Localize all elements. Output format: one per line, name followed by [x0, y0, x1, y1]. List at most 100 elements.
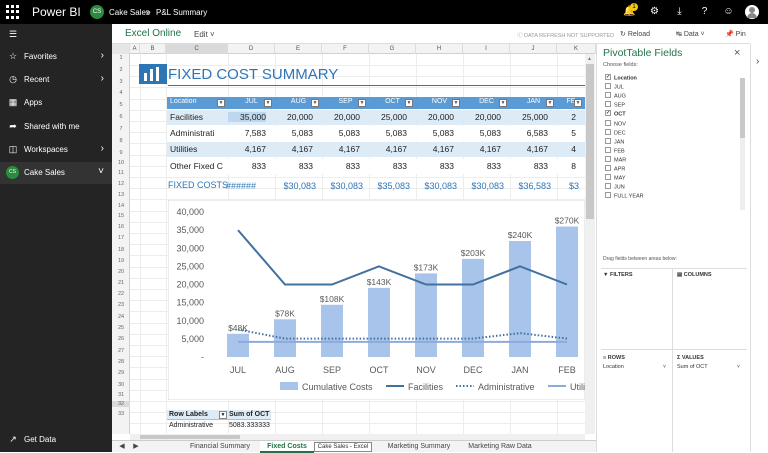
field-item[interactable]: FEB: [605, 146, 625, 154]
value-cell[interactable]: 4,167: [463, 144, 501, 154]
values-field[interactable]: Sum of OCT: [677, 364, 708, 370]
field-item[interactable]: MAY: [605, 174, 626, 182]
checkbox[interactable]: [605, 183, 611, 190]
value-cell[interactable]: 833: [369, 161, 407, 171]
checkbox[interactable]: [605, 174, 611, 181]
field-item[interactable]: NOV: [605, 119, 626, 127]
value-cell[interactable]: 4,167: [275, 144, 313, 154]
worksheet[interactable]: FIXED COST SUMMARY Location ▼ JUL ▼ AUG ▼ SEP ▼…: [130, 54, 585, 434]
checkbox[interactable]: [605, 119, 611, 126]
value-cell[interactable]: 5,083: [463, 128, 501, 138]
chevron-right-icon[interactable]: ›: [756, 56, 759, 67]
total-cell[interactable]: $30,083: [322, 181, 363, 191]
value-cell[interactable]: 20,000: [416, 112, 454, 122]
row-header[interactable]: 6: [112, 114, 130, 120]
values-area[interactable]: Σ VALUES: [677, 355, 704, 361]
row-label-cell[interactable]: Administrati: [168, 128, 226, 138]
checked-checkbox[interactable]: ✓: [605, 74, 611, 80]
filter-dropdown-icon[interactable]: ▼: [264, 99, 272, 107]
column-header[interactable]: K: [557, 44, 596, 54]
row-header[interactable]: 10: [112, 160, 130, 166]
column-header[interactable]: D: [228, 44, 275, 54]
field-item[interactable]: ✓ Location: [605, 74, 637, 81]
help-icon[interactable]: ?: [692, 0, 717, 24]
value-cell[interactable]: 6,583: [510, 128, 548, 138]
app-launcher-icon[interactable]: [6, 5, 20, 19]
value-cell[interactable]: 833: [322, 161, 360, 171]
total-cell[interactable]: $35,083: [369, 181, 410, 191]
value-cell[interactable]: 25,000: [510, 112, 548, 122]
breadcrumb-workspace[interactable]: Cake Sales: [109, 8, 150, 17]
row-header[interactable]: 27: [112, 348, 130, 354]
brand-title[interactable]: Power BI: [32, 5, 81, 19]
value-cell[interactable]: 4,167: [228, 144, 266, 154]
select-all-corner[interactable]: [112, 44, 130, 54]
row-header[interactable]: 23: [112, 302, 130, 308]
row-header[interactable]: 5: [112, 102, 130, 108]
column-header[interactable]: H: [416, 44, 463, 54]
column-header[interactable]: G: [369, 44, 416, 54]
close-icon[interactable]: ×: [734, 47, 740, 59]
column-header[interactable]: J: [510, 44, 557, 54]
value-cell[interactable]: 25,000: [369, 112, 407, 122]
row-header[interactable]: 1: [112, 55, 130, 61]
row-header[interactable]: 12: [112, 181, 130, 187]
row-label-cell[interactable]: Other Fixed C: [168, 161, 226, 171]
column-header[interactable]: B: [140, 44, 166, 54]
fixed-cost-chart[interactable]: 40,000 35,000 30,000 25,000 20,000 15,000 10,0…: [168, 200, 585, 400]
scroll-thumb[interactable]: [140, 435, 240, 439]
value-cell[interactable]: 4,167: [416, 144, 454, 154]
row-header[interactable]: 32: [112, 401, 130, 407]
row-header[interactable]: 3: [112, 79, 130, 85]
field-item[interactable]: APR: [605, 165, 625, 172]
field-item[interactable]: JUN: [605, 183, 625, 191]
value-cell[interactable]: 833: [463, 161, 501, 171]
checkbox[interactable]: [605, 101, 611, 108]
row-header[interactable]: 21: [112, 280, 130, 286]
filter-dropdown-icon[interactable]: ▼: [219, 411, 227, 419]
value-cell[interactable]: 20,000: [463, 112, 501, 122]
gear-icon[interactable]: ⚙: [642, 0, 667, 24]
column-header[interactable]: C: [166, 44, 228, 54]
value-cell[interactable]: 8: [557, 161, 576, 171]
download-icon[interactable]: ⤓: [667, 0, 692, 24]
value-cell[interactable]: 5,083: [416, 128, 454, 138]
row-header[interactable]: 11: [112, 170, 130, 176]
row-header[interactable]: 2: [112, 67, 130, 73]
checkbox[interactable]: [605, 192, 611, 199]
nav-cake-sales[interactable]: CS Cake Sales ˅: [0, 162, 112, 184]
row-header[interactable]: 26: [112, 336, 130, 342]
row-label-cell[interactable]: Utilities: [168, 144, 226, 154]
nav-apps[interactable]: ▦ Apps: [0, 92, 112, 114]
column-header[interactable]: A: [130, 44, 140, 54]
value-cell[interactable]: 2: [557, 112, 576, 122]
tab-financial-summary[interactable]: Financial Summary: [180, 441, 260, 453]
field-item[interactable]: JAN: [605, 137, 624, 145]
row-header[interactable]: 15: [112, 213, 130, 219]
checkbox[interactable]: [605, 165, 611, 171]
field-item[interactable]: DEC: [605, 128, 626, 136]
data-menu[interactable]: ↹ Data ˅: [676, 30, 705, 38]
edit-menu[interactable]: Edit ˅: [194, 30, 215, 39]
bell-icon[interactable]: 🔔: [617, 0, 642, 24]
value-cell[interactable]: 833: [275, 161, 313, 171]
reload-button[interactable]: ↻ Reload: [620, 30, 650, 38]
nav-get-data[interactable]: ↗ Get Data: [0, 429, 112, 451]
row-header[interactable]: 30: [112, 382, 130, 388]
row-header[interactable]: 29: [112, 370, 130, 376]
tab-fixed-costs[interactable]: Fixed Costs: [260, 441, 314, 453]
column-header[interactable]: E: [275, 44, 322, 54]
checkbox[interactable]: [605, 92, 611, 99]
total-cell[interactable]: $30,083: [463, 181, 504, 191]
vertical-scrollbar[interactable]: ▲: [585, 54, 595, 434]
value-cell[interactable]: 35,000: [228, 112, 266, 122]
value-cell[interactable]: 5,083: [275, 128, 313, 138]
row-header[interactable]: 7: [112, 126, 130, 132]
row-header[interactable]: 28: [112, 359, 130, 365]
field-item[interactable]: SEP: [605, 101, 625, 109]
checkbox[interactable]: [605, 155, 611, 162]
value-cell[interactable]: 4,167: [369, 144, 407, 154]
filter-dropdown-icon[interactable]: ▼: [405, 99, 413, 107]
columns-area[interactable]: ▤ COLUMNS: [677, 272, 712, 278]
scroll-thumb[interactable]: [586, 64, 594, 219]
